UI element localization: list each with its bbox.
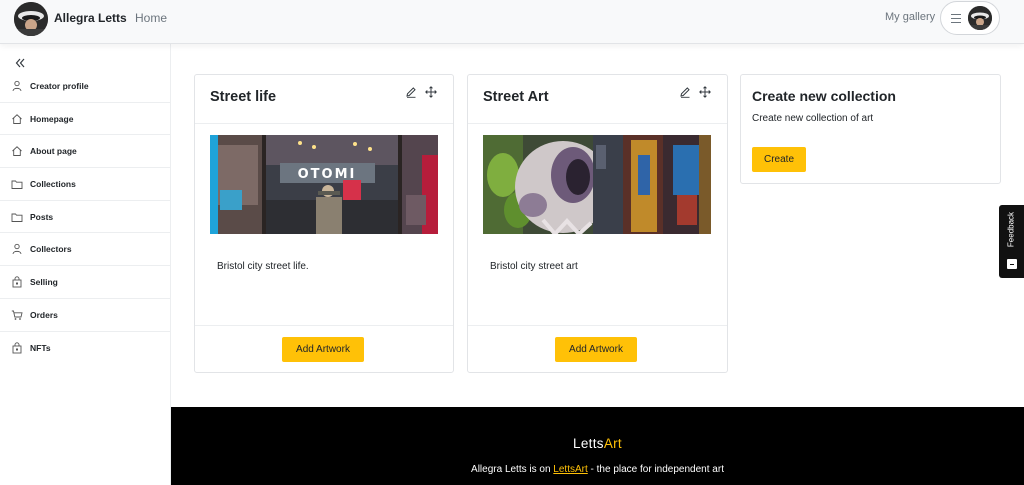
sidebar-nav: Creator profile Homepage About page Coll… [0,70,171,364]
sidebar: Creator profile Homepage About page Coll… [0,44,171,485]
collection-description: Bristol city street art [490,261,578,272]
sidebar-item-creator-profile[interactable]: Creator profile [0,70,171,103]
card-tools [405,86,437,98]
sidebar-item-label: Posts [30,211,54,222]
sidebar-item-label: Homepage [30,113,74,124]
folder-icon [11,211,23,223]
add-artwork-button[interactable]: Add Artwork [282,337,364,362]
feedback-label: Feedback [1006,211,1016,248]
sidebar-item-label: Orders [30,309,58,320]
collection-image-street-life[interactable]: OTOMI [210,135,438,234]
card-header: Street Art [468,75,727,124]
cart-icon [11,309,23,321]
folder-icon [11,178,23,190]
sidebar-item-label: Selling [30,276,58,287]
user-menu-button[interactable] [940,1,1000,35]
lettsart-link[interactable]: LettsArt [553,464,587,475]
sidebar-item-label: Collectors [30,244,72,255]
top-navbar: Allegra Letts Home My gallery [0,0,1024,44]
collection-title[interactable]: Street life [210,89,276,105]
sidebar-item-about-page[interactable]: About page [0,135,171,169]
home-icon [11,145,23,157]
create-collection-card: Create new collection Create new collect… [740,74,1001,184]
home-link[interactable]: Home [135,11,167,25]
sidebar-item-selling[interactable]: Selling [0,266,171,299]
hamburger-icon [951,14,961,26]
move-icon[interactable] [699,86,711,98]
collection-card-street-life: Street life OTOMI Bristol city street li… [194,74,454,373]
create-collection-description: Create new collection of art [752,113,874,124]
sidebar-item-label: Collections [30,178,76,189]
user-icon [11,243,23,255]
edit-icon[interactable] [405,86,417,98]
sidebar-item-orders[interactable]: Orders [0,299,171,332]
feedback-tab[interactable]: Feedback [999,205,1024,278]
footer-logo: LettsArt [171,436,1024,451]
main-content: Street life OTOMI Bristol city street li… [171,44,1024,407]
footer-logo-part1: Letts [573,436,604,451]
collection-card-street-art: Street Art Bristol city street art Add A… [467,74,728,373]
sidebar-item-nfts[interactable]: NFTs [0,332,171,365]
collection-title[interactable]: Street Art [483,89,549,105]
sidebar-item-posts[interactable]: Posts [0,201,171,234]
feedback-icon [1007,259,1017,269]
site-footer: LettsArt Allegra Letts is on LettsArt - … [171,407,1024,485]
card-footer: Add Artwork [468,325,727,372]
home-icon [11,113,23,125]
collection-image-street-art[interactable] [483,135,711,234]
sidebar-item-label: Creator profile [30,80,89,91]
card-footer: Add Artwork [195,325,453,372]
footer-logo-part2: Art [603,436,622,451]
sidebar-item-label: NFTs [30,342,51,353]
sidebar-item-collections[interactable]: Collections [0,168,171,201]
my-gallery-link[interactable]: My gallery [885,11,935,23]
card-tools [679,86,711,98]
collection-description: Bristol city street life. [217,261,309,272]
collapse-sidebar-icon[interactable] [14,56,26,68]
create-button[interactable]: Create [752,147,806,172]
footer-text: Allegra Letts is on LettsArt - the place… [171,464,1024,475]
brand-avatar[interactable] [14,2,48,36]
sidebar-item-homepage[interactable]: Homepage [0,103,171,136]
svg-text:OTOMI: OTOMI [298,167,357,182]
create-collection-title: Create new collection [752,88,896,104]
sidebar-item-label: About page [30,146,77,157]
move-icon[interactable] [425,86,437,98]
card-header: Street life [195,75,453,124]
user-icon [11,80,23,92]
brand-name[interactable]: Allegra Letts [54,11,127,25]
user-avatar [968,6,992,30]
footer-text-prefix: Allegra Letts is on [471,464,554,475]
add-artwork-button[interactable]: Add Artwork [555,337,637,362]
sidebar-item-collectors[interactable]: Collectors [0,233,171,267]
edit-icon[interactable] [679,86,691,98]
footer-text-suffix: - the place for independent art [587,464,724,475]
bag-icon [11,342,23,354]
bag-icon [11,276,23,288]
